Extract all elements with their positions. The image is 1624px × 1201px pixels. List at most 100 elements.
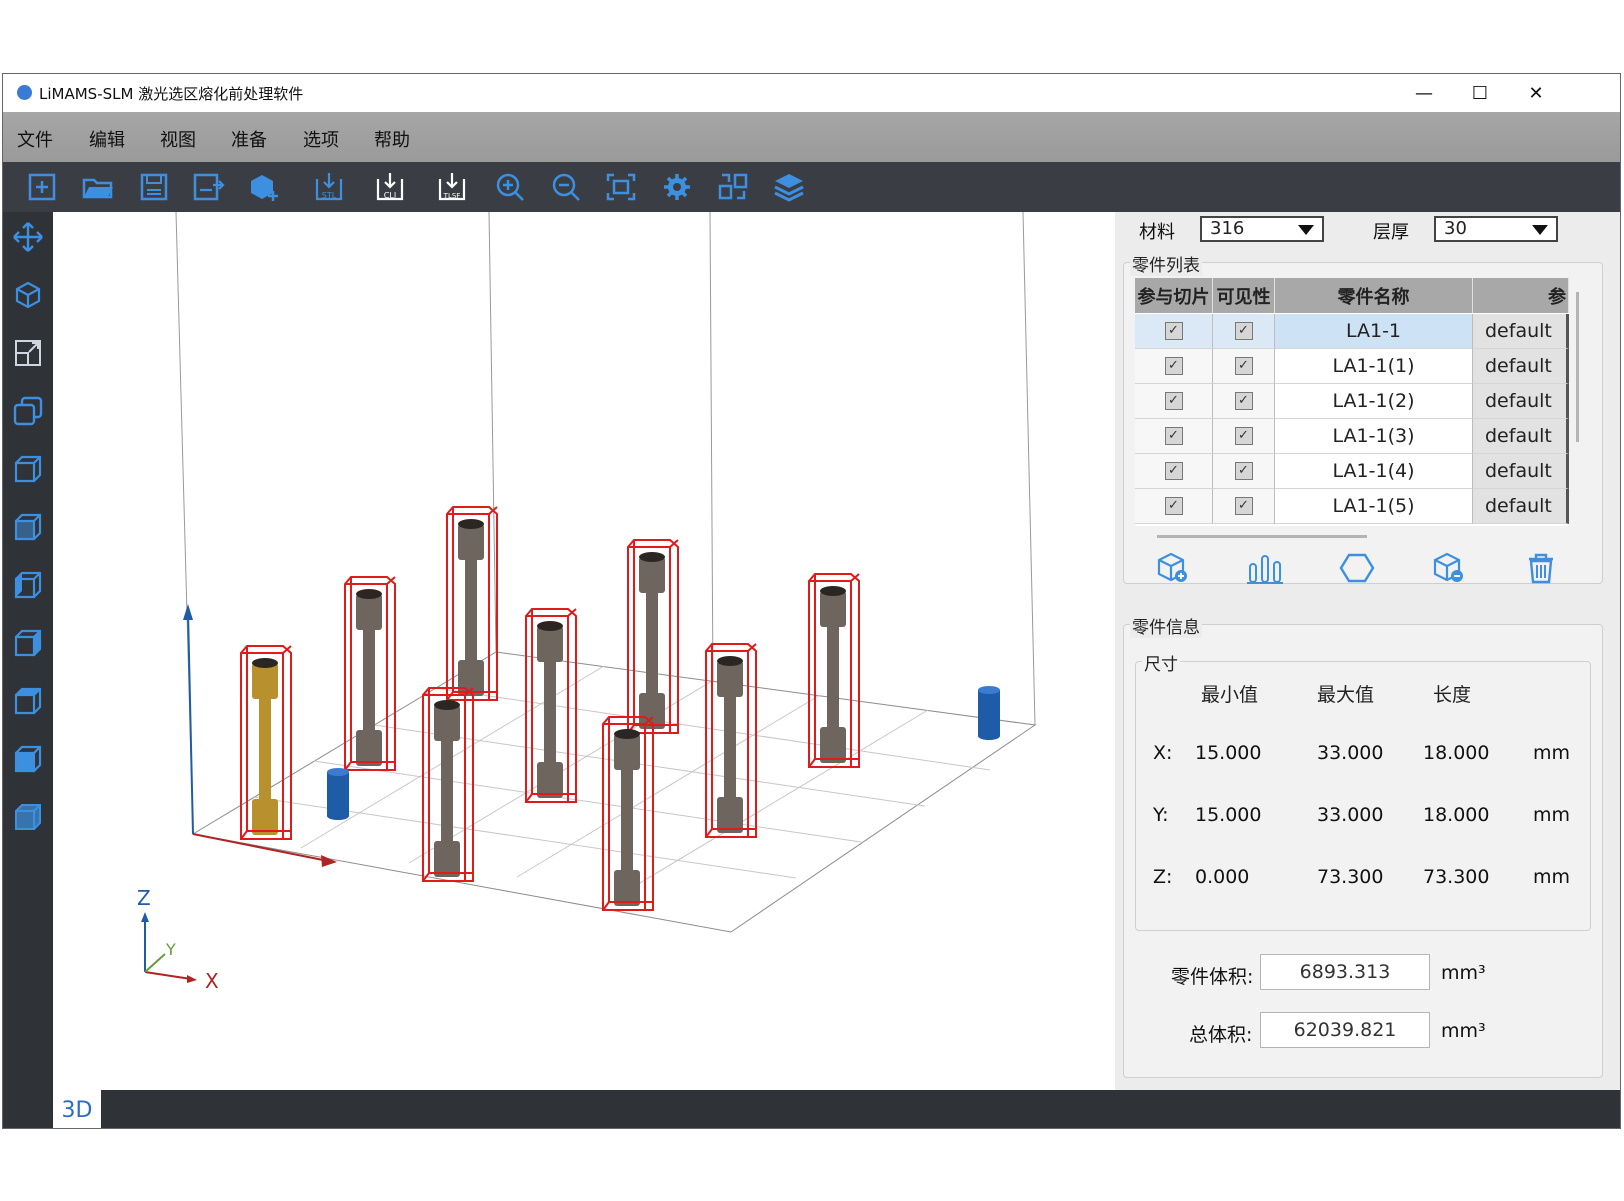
slice-checkbox[interactable]: ✓ <box>1164 322 1183 340</box>
visible-checkbox[interactable]: ✓ <box>1234 357 1253 375</box>
menu-help[interactable]: 帮助 <box>374 126 410 152</box>
z-length-value: 73.300 <box>1423 866 1490 888</box>
zoom-out-icon[interactable] <box>549 171 583 203</box>
scale-icon[interactable] <box>11 336 45 370</box>
part-param[interactable]: default <box>1473 314 1569 349</box>
layers-icon[interactable] <box>772 171 806 203</box>
bottom-bar: 3D <box>3 1090 1620 1128</box>
layout-icon[interactable] <box>716 171 750 203</box>
cylinder-marker-1[interactable] <box>327 768 349 820</box>
rotate-cube-icon[interactable] <box>11 278 45 312</box>
add-part-icon[interactable] <box>1153 550 1193 586</box>
menu-view[interactable]: 视图 <box>160 126 196 152</box>
tab-3d[interactable]: 3D <box>53 1090 101 1128</box>
slice-checkbox[interactable]: ✓ <box>1164 427 1183 445</box>
save-icon[interactable] <box>137 171 171 203</box>
view-right-icon[interactable] <box>11 626 45 660</box>
col-header-slice[interactable]: 参与切片 <box>1135 278 1213 313</box>
view-iso-icon[interactable] <box>11 800 45 834</box>
menu-file[interactable]: 文件 <box>17 126 53 152</box>
slice-checkbox[interactable]: ✓ <box>1164 392 1183 410</box>
col-header-param[interactable]: 参 <box>1473 278 1569 313</box>
close-button[interactable]: ✕ <box>1508 76 1564 110</box>
export-tlsf-icon[interactable]: TLSF <box>435 171 469 203</box>
part-param[interactable]: default <box>1473 489 1569 524</box>
build-plate-scene[interactable]: Z Y X <box>53 212 1115 1090</box>
part-la1-1-3[interactable] <box>525 608 577 803</box>
visible-checkbox[interactable]: ✓ <box>1234 322 1253 340</box>
hexagon-icon[interactable] <box>1337 550 1377 586</box>
part-param[interactable]: default <box>1473 454 1569 489</box>
move-icon[interactable] <box>11 220 45 254</box>
3d-viewport[interactable]: Z Y X <box>53 212 1115 1090</box>
part-name[interactable]: LA1-1(5) <box>1275 489 1473 524</box>
vertical-scrollbar[interactable] <box>1576 292 1579 442</box>
part-param[interactable]: default <box>1473 349 1569 384</box>
export-stl-icon[interactable]: STL <box>312 171 346 203</box>
visible-checkbox[interactable]: ✓ <box>1234 462 1253 480</box>
part-la1-1-4[interactable] <box>627 539 679 734</box>
view-back-icon[interactable] <box>11 510 45 544</box>
table-row[interactable]: ✓ ✓ LA1-1 default <box>1135 314 1569 349</box>
view-bottom-icon[interactable] <box>11 742 45 776</box>
table-row[interactable]: ✓ ✓ LA1-1(5) default <box>1135 489 1569 524</box>
slice-checkbox[interactable]: ✓ <box>1164 462 1183 480</box>
save-as-icon[interactable] <box>191 171 225 203</box>
remove-part-icon[interactable] <box>1429 550 1469 586</box>
table-row[interactable]: ✓ ✓ LA1-1(3) default <box>1135 419 1569 454</box>
maximize-button[interactable]: ☐ <box>1452 76 1508 110</box>
horizontal-scrollbar[interactable] <box>1157 535 1367 538</box>
open-folder-icon[interactable] <box>81 171 115 203</box>
menu-options[interactable]: 选项 <box>303 126 339 152</box>
layer-thickness-select[interactable]: 30 <box>1434 216 1558 242</box>
add-part-icon[interactable] <box>247 171 281 203</box>
part-la1-1-7[interactable] <box>808 573 860 768</box>
export-cli-icon[interactable]: CLI <box>373 171 407 203</box>
minimize-button[interactable]: — <box>1396 76 1452 110</box>
slice-checkbox[interactable]: ✓ <box>1164 497 1183 515</box>
table-row[interactable]: ✓ ✓ LA1-1(2) default <box>1135 384 1569 419</box>
parts-table[interactable]: 参与切片 可见性 零件名称 参 ✓ ✓ LA1-1 default ✓ ✓ LA… <box>1135 278 1569 526</box>
col-header-name[interactable]: 零件名称 <box>1275 278 1473 313</box>
part-la1-1-selected[interactable] <box>240 645 292 840</box>
right-panel: 材料 316 层厚 30 零件列表 参与切片 可见性 零件名称 参 ✓ ✓ LA… <box>1115 212 1620 1090</box>
zoom-in-icon[interactable] <box>493 171 527 203</box>
cylinder-marker-2[interactable] <box>978 686 1000 740</box>
new-icon[interactable] <box>25 171 59 203</box>
fit-view-icon[interactable] <box>604 171 638 203</box>
visible-checkbox[interactable]: ✓ <box>1234 427 1253 445</box>
table-row[interactable]: ✓ ✓ LA1-1(4) default <box>1135 454 1569 489</box>
view-front-icon[interactable] <box>11 452 45 486</box>
part-volume-unit: mm³ <box>1441 962 1486 984</box>
trash-icon[interactable] <box>1521 550 1561 586</box>
view-top-icon[interactable] <box>11 684 45 718</box>
table-row[interactable]: ✓ ✓ LA1-1(1) default <box>1135 349 1569 384</box>
material-select[interactable]: 316 <box>1200 216 1324 242</box>
header-min: 最小值 <box>1201 684 1259 706</box>
total-volume-field[interactable]: 62039.821 <box>1260 1012 1430 1048</box>
copy-icon[interactable] <box>11 394 45 428</box>
menu-prepare[interactable]: 准备 <box>231 126 267 152</box>
slice-checkbox[interactable]: ✓ <box>1164 357 1183 375</box>
part-la1-1-5[interactable] <box>422 687 474 882</box>
visible-checkbox[interactable]: ✓ <box>1234 497 1253 515</box>
part-volume-field[interactable]: 6893.313 <box>1260 954 1430 990</box>
part-la1-1-1[interactable] <box>344 576 396 771</box>
part-param[interactable]: default <box>1473 384 1569 419</box>
part-la1-1-8[interactable] <box>602 716 654 911</box>
part-name[interactable]: LA1-1(2) <box>1275 384 1473 419</box>
part-name[interactable]: LA1-1(1) <box>1275 349 1473 384</box>
part-param[interactable]: default <box>1473 419 1569 454</box>
support-icon[interactable] <box>1245 550 1285 586</box>
menu-edit[interactable]: 编辑 <box>89 126 125 152</box>
part-la1-1-6[interactable] <box>705 643 757 838</box>
part-name[interactable]: LA1-1 <box>1275 314 1473 349</box>
view-left-icon[interactable] <box>11 568 45 602</box>
col-header-visible[interactable]: 可见性 <box>1213 278 1275 313</box>
settings-icon[interactable] <box>660 171 694 203</box>
visible-checkbox[interactable]: ✓ <box>1234 392 1253 410</box>
main-toolbar: STL CLI TLSF <box>3 162 1620 212</box>
part-name[interactable]: LA1-1(4) <box>1275 454 1473 489</box>
part-name[interactable]: LA1-1(3) <box>1275 419 1473 454</box>
part-la1-1-2[interactable] <box>446 506 498 701</box>
